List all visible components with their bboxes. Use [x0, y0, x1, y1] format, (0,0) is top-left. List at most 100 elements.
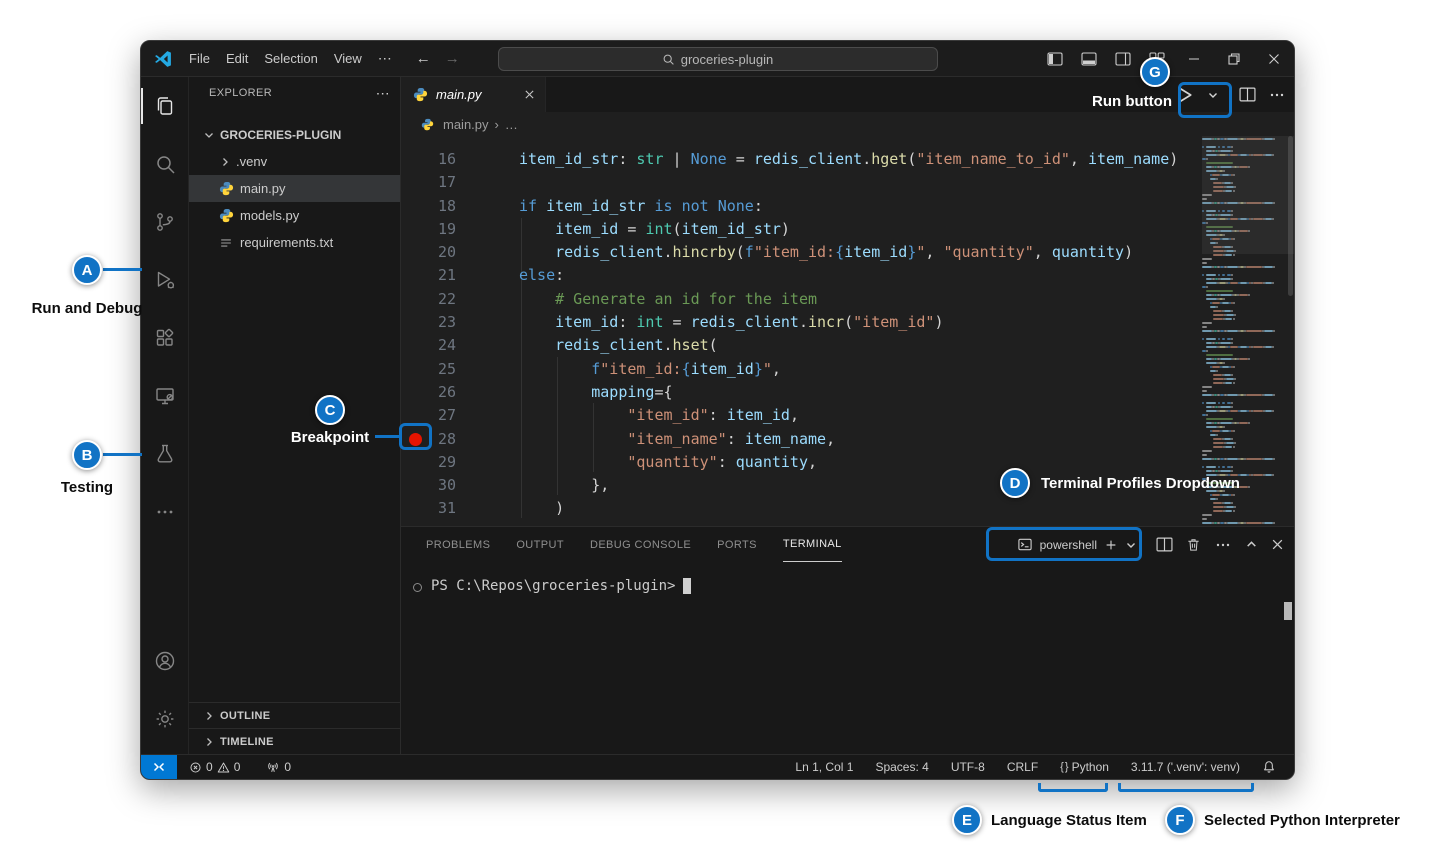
split-terminal-icon[interactable]: [1156, 537, 1173, 552]
code-line-22[interactable]: 22 # Generate an id for the item: [401, 288, 1294, 311]
line-number[interactable]: 18: [401, 195, 456, 218]
eol-status[interactable]: CRLF: [1003, 760, 1042, 774]
tree-root-folder[interactable]: GROCERIES-PLUGIN: [189, 121, 400, 148]
code-line-25[interactable]: 25 f"item_id:{item_id}",: [401, 358, 1294, 381]
line-number[interactable]: 30: [401, 474, 456, 497]
code-line-20[interactable]: 20 redis_client.hincrby(f"item_id:{item_…: [401, 241, 1294, 264]
terminal[interactable]: PS C:\Repos\groceries-plugin>: [401, 562, 1294, 754]
more-actions-icon[interactable]: [1268, 86, 1286, 104]
activity-extensions[interactable]: [141, 309, 189, 367]
panel-tab-terminal[interactable]: TERMINAL: [783, 527, 842, 562]
sidebar-bottom-sections: OUTLINE TIMELINE: [189, 702, 400, 754]
explorer-actions-button[interactable]: ⋯: [376, 85, 390, 102]
breadcrumb-symbol[interactable]: …: [505, 117, 518, 132]
manage-button[interactable]: [141, 690, 189, 748]
problems-status[interactable]: 0 0: [185, 760, 244, 774]
code-line-18[interactable]: 18if item_id_str is not None:: [401, 195, 1294, 218]
language-status-item[interactable]: { } Python: [1056, 760, 1113, 774]
annotation-circle-g: G: [1140, 57, 1170, 87]
line-number[interactable]: 16: [401, 148, 456, 171]
annotation-circle-d: D: [1000, 468, 1030, 498]
timeline-section[interactable]: TIMELINE: [189, 728, 400, 754]
tab-close-icon[interactable]: [524, 89, 535, 100]
line-number[interactable]: 22: [401, 288, 456, 311]
line-number[interactable]: 25: [401, 358, 456, 381]
tree-item-venv[interactable]: .venv: [189, 148, 400, 175]
code-line-31[interactable]: 31 ): [401, 497, 1294, 520]
minimize-button[interactable]: [1174, 41, 1214, 76]
line-number[interactable]: 24: [401, 334, 456, 357]
code-line-16[interactable]: 16item_id_str: str | None = redis_client…: [401, 148, 1294, 171]
tree-item-requirements-txt[interactable]: requirements.txt: [189, 229, 400, 256]
code-line-24[interactable]: 24 redis_client.hset(: [401, 334, 1294, 357]
tab-main-py[interactable]: main.py: [401, 77, 546, 112]
ports-count: 0: [284, 760, 291, 774]
line-number[interactable]: 17: [401, 171, 456, 194]
outline-section[interactable]: OUTLINE: [189, 702, 400, 728]
panel-tab-problems[interactable]: PROBLEMS: [426, 527, 490, 562]
close-window-button[interactable]: [1254, 41, 1294, 76]
editor-scrollbar[interactable]: [1287, 136, 1294, 526]
code-line-17[interactable]: 17: [401, 171, 1294, 194]
menu-selection[interactable]: Selection: [256, 48, 325, 69]
activity-remote-explorer[interactable]: [141, 367, 189, 425]
line-number[interactable]: 23: [401, 311, 456, 334]
remote-indicator[interactable]: [141, 755, 177, 779]
cursor-position-status[interactable]: Ln 1, Col 1: [791, 760, 857, 774]
line-number[interactable]: 21: [401, 264, 456, 287]
panel-tab-output[interactable]: OUTPUT: [516, 527, 564, 562]
activity-explorer[interactable]: [141, 77, 189, 135]
line-number[interactable]: 29: [401, 451, 456, 474]
tree-item-models-py[interactable]: models.py: [189, 202, 400, 229]
forwarded-ports-status[interactable]: 0: [262, 755, 295, 779]
maximize-panel-chevron-up-icon[interactable]: [1245, 538, 1258, 551]
terminal-scrollbar-thumb[interactable]: [1284, 602, 1292, 620]
activity-testing[interactable]: [141, 425, 189, 483]
annotation-line-b: [103, 453, 142, 456]
line-number[interactable]: 31: [401, 497, 456, 520]
line-number[interactable]: 19: [401, 218, 456, 241]
file-name: models.py: [240, 208, 299, 223]
menu-more-button[interactable]: ⋯: [370, 47, 400, 70]
toggle-primary-sidebar-icon[interactable]: [1038, 41, 1072, 76]
code-line-26[interactable]: 26 mapping={: [401, 381, 1294, 404]
line-number[interactable]: 26: [401, 381, 456, 404]
breadcrumb-file[interactable]: main.py: [443, 117, 489, 132]
tree-item-main-py[interactable]: main.py: [189, 175, 400, 202]
panel-tab-ports[interactable]: PORTS: [717, 527, 757, 562]
restore-button[interactable]: [1214, 41, 1254, 76]
code-line-23[interactable]: 23 item_id: int = redis_client.incr("ite…: [401, 311, 1294, 334]
search-box[interactable]: groceries-plugin: [498, 47, 938, 71]
activity-search[interactable]: [141, 135, 189, 193]
command-decoration-icon[interactable]: [413, 583, 422, 592]
back-button[interactable]: ←: [416, 50, 431, 67]
code-editor[interactable]: 16item_id_str: str | None = redis_client…: [401, 136, 1294, 526]
code-line-29[interactable]: 29 "quantity": quantity,: [401, 451, 1294, 474]
menu-view[interactable]: View: [326, 48, 370, 69]
menu-edit[interactable]: Edit: [218, 48, 256, 69]
python-interpreter-status[interactable]: 3.11.7 ('.venv': venv): [1127, 760, 1244, 774]
line-number[interactable]: 20: [401, 241, 456, 264]
panel-more-actions-icon[interactable]: [1214, 536, 1232, 554]
minimap-slider[interactable]: [1202, 136, 1294, 254]
code-line-19[interactable]: 19 item_id = int(item_id_str): [401, 218, 1294, 241]
menu-file[interactable]: File: [181, 48, 218, 69]
toggle-panel-icon[interactable]: [1072, 41, 1106, 76]
code-line-21[interactable]: 21else:: [401, 264, 1294, 287]
split-editor-icon[interactable]: [1239, 87, 1256, 102]
code-line-27[interactable]: 27 "item_id": item_id,: [401, 404, 1294, 427]
breadcrumb[interactable]: main.py › …: [401, 112, 1294, 136]
toggle-secondary-sidebar-icon[interactable]: [1106, 41, 1140, 76]
forward-button[interactable]: →: [445, 50, 460, 67]
accounts-button[interactable]: [141, 632, 189, 690]
indentation-status[interactable]: Spaces: 4: [871, 760, 932, 774]
editor-group: main.py main.py › … 16item_id_str: str |…: [401, 77, 1294, 754]
encoding-status[interactable]: UTF-8: [947, 760, 989, 774]
code-line-28[interactable]: 28 "item_name": item_name,: [401, 428, 1294, 451]
code-lines[interactable]: 16item_id_str: str | None = redis_client…: [401, 148, 1294, 521]
kill-terminal-trash-icon[interactable]: [1186, 537, 1201, 552]
activity-source-control[interactable]: [141, 193, 189, 251]
close-panel-icon[interactable]: [1271, 538, 1284, 551]
notifications-bell[interactable]: [1258, 760, 1280, 774]
panel-tab-debug-console[interactable]: DEBUG CONSOLE: [590, 527, 691, 562]
